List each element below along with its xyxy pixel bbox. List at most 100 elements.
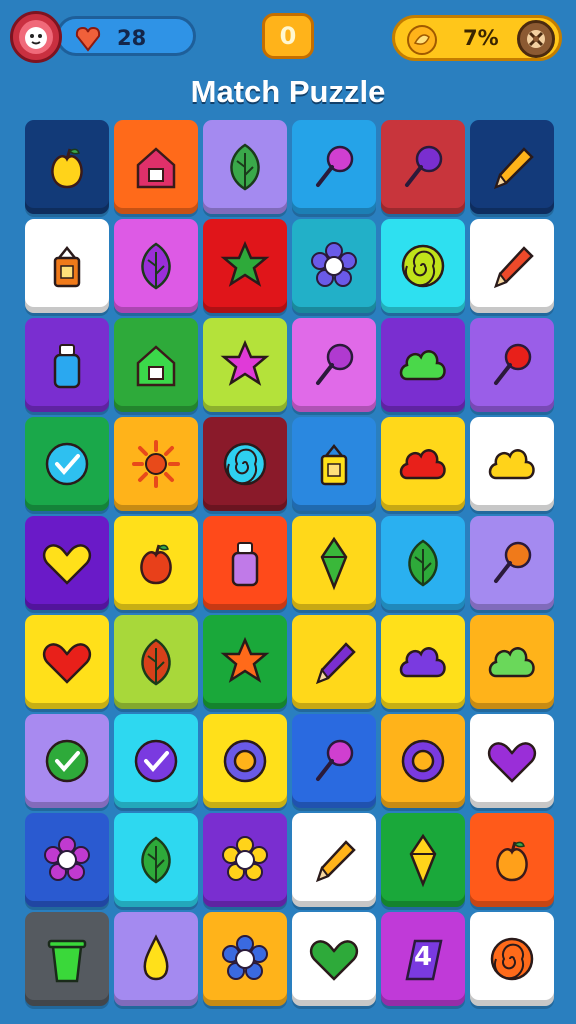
puzzle-tile[interactable] [25,813,109,907]
coins-counter[interactable]: 7% [392,15,562,61]
ring-icon [393,731,453,791]
heart-icon [37,533,97,593]
puzzle-tile[interactable] [203,714,287,808]
puzzle-tile[interactable] [114,714,198,808]
puzzle-tile[interactable] [292,318,376,412]
flower-icon [37,830,97,890]
puzzle-tile[interactable] [381,120,465,214]
pencil-icon [304,632,364,692]
tile-number-label: 4 [413,942,433,972]
puzzle-tile[interactable] [292,714,376,808]
ring-icon [215,731,275,791]
puzzle-tile[interactable] [292,912,376,1006]
heart-icon [37,632,97,692]
puzzle-tile[interactable] [25,120,109,214]
puzzle-tile[interactable] [381,516,465,610]
puzzle-tile[interactable] [470,615,554,709]
bin-icon [37,929,97,989]
puzzle-tile[interactable] [470,813,554,907]
puzzle-tile[interactable] [25,912,109,1006]
puzzle-tile[interactable] [292,120,376,214]
puzzle-tile[interactable] [292,516,376,610]
puzzle-tile[interactable] [203,912,287,1006]
puzzle-tile[interactable] [292,417,376,511]
leaf-icon [126,830,186,890]
check-icon [126,731,186,791]
page-title: Match Puzzle [190,74,386,109]
puzzle-tile[interactable] [114,813,198,907]
puzzle-tile[interactable] [25,417,109,511]
puzzle-tile[interactable] [114,615,198,709]
check-icon [37,434,97,494]
star-icon [215,236,275,296]
puzzle-tile[interactable] [292,615,376,709]
puzzle-tile[interactable]: 4 [381,912,465,1006]
puzzle-tile[interactable] [470,714,554,808]
puzzle-tile[interactable] [381,219,465,313]
coins-value: 7% [463,26,499,50]
puzzle-tile[interactable] [25,615,109,709]
lollipop-icon [482,335,542,395]
puzzle-tile[interactable] [292,813,376,907]
cloud-icon [482,434,542,494]
pencil-icon [482,137,542,197]
puzzle-tile[interactable] [381,615,465,709]
puzzle-tile[interactable] [114,318,198,412]
lollipop-icon [304,137,364,197]
puzzle-tile[interactable] [114,219,198,313]
gear-icon[interactable] [517,20,555,58]
puzzle-tile[interactable] [203,813,287,907]
spiral-icon [482,929,542,989]
heart-gem-icon [73,23,103,57]
gold-coin-icon [405,23,439,61]
puzzle-tile[interactable] [25,219,109,313]
puzzle-tile[interactable] [470,120,554,214]
heart-icon [482,731,542,791]
puzzle-tile[interactable] [114,516,198,610]
puzzle-tile[interactable] [25,714,109,808]
puzzle-tile[interactable] [470,912,554,1006]
drop-icon [126,929,186,989]
puzzle-tile[interactable] [381,813,465,907]
lollipop-icon [482,533,542,593]
spiral-icon [393,236,453,296]
puzzle-tile[interactable] [292,219,376,313]
pencil-icon [304,830,364,890]
puzzle-tile[interactable] [203,417,287,511]
puzzle-tile[interactable] [25,318,109,412]
leaf-icon [126,236,186,296]
lives-counter[interactable]: 28 [56,16,196,56]
puzzle-tile[interactable] [470,516,554,610]
bottle-icon [215,533,275,593]
gem-icon [304,533,364,593]
puzzle-tile[interactable] [25,516,109,610]
spiral-icon [215,434,275,494]
puzzle-tile[interactable] [203,516,287,610]
puzzle-tile[interactable] [381,318,465,412]
puzzle-tile[interactable] [203,615,287,709]
star-icon [215,335,275,395]
check-icon [37,731,97,791]
lollipop-icon [304,335,364,395]
puzzle-tile[interactable] [381,714,465,808]
puzzle-tile[interactable] [114,120,198,214]
leaf-icon [126,632,186,692]
puzzle-tile[interactable] [114,417,198,511]
puzzle-tile[interactable] [470,318,554,412]
cloud-icon [393,335,453,395]
heart-icon [304,929,364,989]
puzzle-tile[interactable] [114,912,198,1006]
puzzle-tile[interactable] [203,219,287,313]
lion-avatar-icon[interactable] [10,11,62,63]
flower-icon [215,830,275,890]
puzzle-tile[interactable] [203,120,287,214]
cloud-icon [393,632,453,692]
puzzle-tile[interactable] [203,318,287,412]
gem-icon [393,830,453,890]
apple-icon [482,830,542,890]
puzzle-tile[interactable] [470,417,554,511]
puzzle-tile[interactable] [381,417,465,511]
puzzle-tile[interactable] [470,219,554,313]
apple-icon [37,137,97,197]
level-badge[interactable]: 0 [262,13,314,59]
